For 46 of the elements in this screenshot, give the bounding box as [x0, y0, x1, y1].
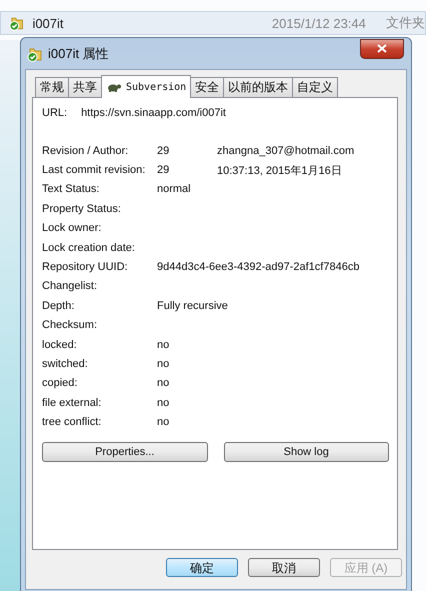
property-value: no [157, 396, 170, 409]
property-label: file external: [42, 396, 102, 409]
window-title: i007it 属性 [48, 44, 110, 62]
dialog-button[interactable]: 确定 [166, 558, 238, 577]
tab[interactable]: 安全 [190, 77, 224, 97]
property-label: Revision / Author: [42, 144, 130, 157]
file-row[interactable]: i007it 2015/1/12 23:44 文件夹 [0, 11, 426, 35]
property-value: no [157, 416, 170, 428]
folder-check-icon [9, 15, 24, 31]
property-value: Fully recursive [157, 300, 229, 312]
property-label: Repository UUID: [42, 261, 129, 274]
property-label: Text Status: [42, 183, 100, 196]
property-value: no [157, 338, 170, 351]
tab[interactable]: 以前的版本 [223, 77, 294, 97]
panel-button[interactable]: Properties... [42, 442, 208, 462]
property-label: copied: [42, 377, 78, 390]
property-value: 10:37:13, 2015年1月16日 [217, 164, 343, 178]
property-label: tree conflict: [42, 416, 102, 428]
property-label: Lock creation date: [42, 242, 136, 254]
property-value: no [157, 358, 170, 370]
property-value: 9d44d3c4-6ee3-4392-ad97-2af1cf7846cb [157, 261, 360, 274]
panel-button[interactable]: Show log [224, 442, 389, 462]
close-button[interactable] [360, 38, 404, 58]
tab[interactable]: 共享 [68, 77, 102, 97]
tab[interactable]: 常规 [35, 77, 69, 97]
property-value: zhangna_307@hotmail.com [217, 144, 356, 157]
property-value: 29 [157, 164, 170, 176]
close-icon [377, 44, 387, 53]
property-value: no [157, 377, 170, 390]
property-label: Property Status: [42, 202, 122, 215]
property-label: Checksum: [42, 319, 98, 332]
property-label: Last commit revision: [42, 164, 146, 176]
property-label: Depth: [42, 300, 76, 312]
url-label: URL: [42, 107, 68, 119]
turtle-icon [106, 82, 122, 92]
property-label: Lock owner: [42, 222, 102, 234]
folder-check-icon [27, 46, 43, 62]
property-label: locked: [42, 338, 78, 351]
property-value: normal [157, 183, 192, 196]
url-value: https://svn.sinaapp.com/i007it [81, 107, 226, 119]
property-value: 29 [157, 144, 170, 157]
dialog-button[interactable]: 取消 [248, 558, 320, 577]
property-label: switched: [42, 358, 89, 370]
tab[interactable]: 自定义 [292, 77, 338, 97]
tab[interactable]: Subversion [101, 75, 192, 98]
property-label: Changelist: [42, 280, 98, 292]
